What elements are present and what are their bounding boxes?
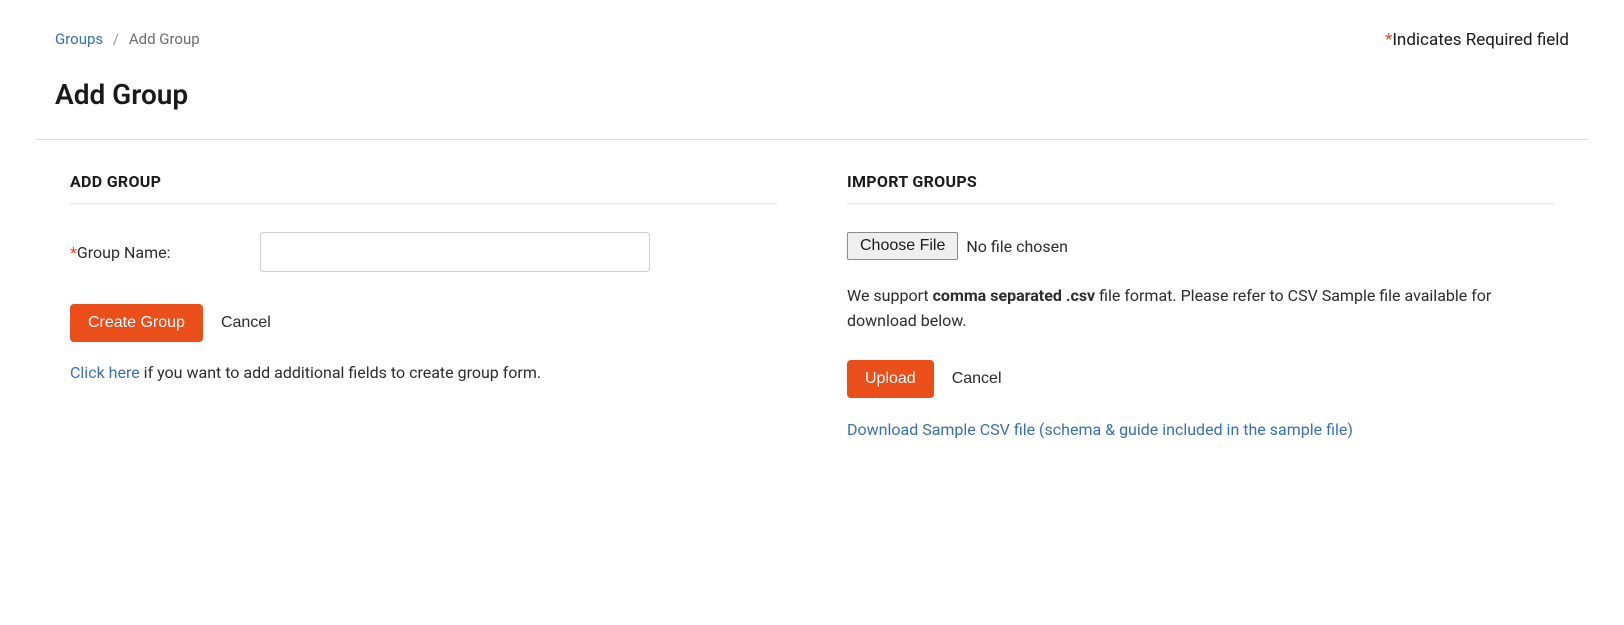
cancel-upload-button[interactable]: Cancel	[952, 370, 1002, 388]
group-name-input[interactable]	[260, 232, 650, 272]
required-note-text: Indicates Required field	[1392, 30, 1569, 50]
add-group-heading: ADD GROUP	[70, 172, 777, 204]
import-groups-section: IMPORT GROUPS Choose File No file chosen…	[832, 172, 1569, 439]
breadcrumb-root[interactable]: Groups	[55, 30, 103, 48]
download-sample-csv-link[interactable]: Download Sample CSV file (schema & guide…	[847, 420, 1353, 439]
breadcrumb: Groups / Add Group	[55, 30, 200, 48]
choose-file-button[interactable]: Choose File	[847, 232, 958, 260]
file-format-note: We support comma separated .csv file for…	[847, 284, 1554, 334]
add-group-section: ADD GROUP *Group Name: Create Group Canc…	[55, 172, 792, 439]
breadcrumb-current: Add Group	[129, 30, 200, 48]
support-bold: comma separated .csv	[933, 286, 1096, 305]
page-title: Add Group	[55, 78, 1569, 111]
group-name-label: *Group Name:	[70, 243, 250, 262]
cancel-button[interactable]: Cancel	[221, 314, 271, 332]
group-name-label-text: Group Name:	[77, 243, 171, 262]
import-groups-heading: IMPORT GROUPS	[847, 172, 1554, 204]
asterisk-icon: *	[70, 243, 77, 262]
additional-fields-helper: Click here if you want to add additional…	[70, 360, 777, 386]
divider	[35, 139, 1589, 140]
file-status: No file chosen	[966, 237, 1068, 256]
breadcrumb-separator: /	[113, 30, 119, 48]
support-pre: We support	[847, 286, 933, 305]
helper-text-rest: if you want to add additional fields to …	[140, 363, 541, 382]
upload-button[interactable]: Upload	[847, 360, 934, 398]
click-here-link[interactable]: Click here	[70, 363, 140, 382]
required-field-note: *Indicates Required field	[1385, 30, 1569, 50]
create-group-button[interactable]: Create Group	[70, 304, 203, 342]
